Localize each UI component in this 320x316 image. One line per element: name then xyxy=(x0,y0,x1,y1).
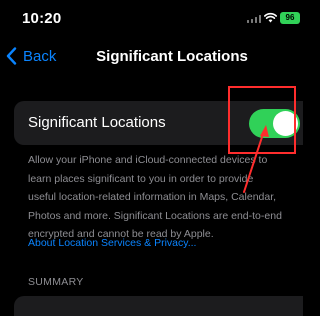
chevron-left-icon xyxy=(6,47,17,65)
cellular-signal-icon xyxy=(247,15,263,23)
back-button[interactable]: Back xyxy=(6,44,56,68)
status-time: 10:20 xyxy=(22,10,62,27)
description-line: Photos and more. Significant Locations a… xyxy=(28,209,282,222)
battery-icon: 96 xyxy=(280,12,300,24)
page-title: Significant Locations xyxy=(96,48,248,65)
navigation-bar: Back Significant Locations xyxy=(0,36,303,76)
significant-locations-description: Allow your iPhone and iCloud-connected d… xyxy=(28,151,290,244)
about-location-services-link[interactable]: About Location Services & Privacy... xyxy=(28,237,196,249)
highlight-annotation-box xyxy=(228,86,296,154)
description-line: Allow your iPhone and iCloud-connected d… xyxy=(28,154,268,166)
description-line: learn places significant to you in order… xyxy=(28,172,254,185)
significant-locations-label: Significant Locations xyxy=(28,114,166,131)
wifi-icon xyxy=(264,12,277,23)
summary-section-header: SUMMARY xyxy=(28,276,84,288)
summary-card xyxy=(14,296,303,316)
back-label: Back xyxy=(23,47,57,65)
description-line: useful location-related information in M… xyxy=(28,191,277,204)
status-bar: 10:20 96 xyxy=(0,0,303,36)
